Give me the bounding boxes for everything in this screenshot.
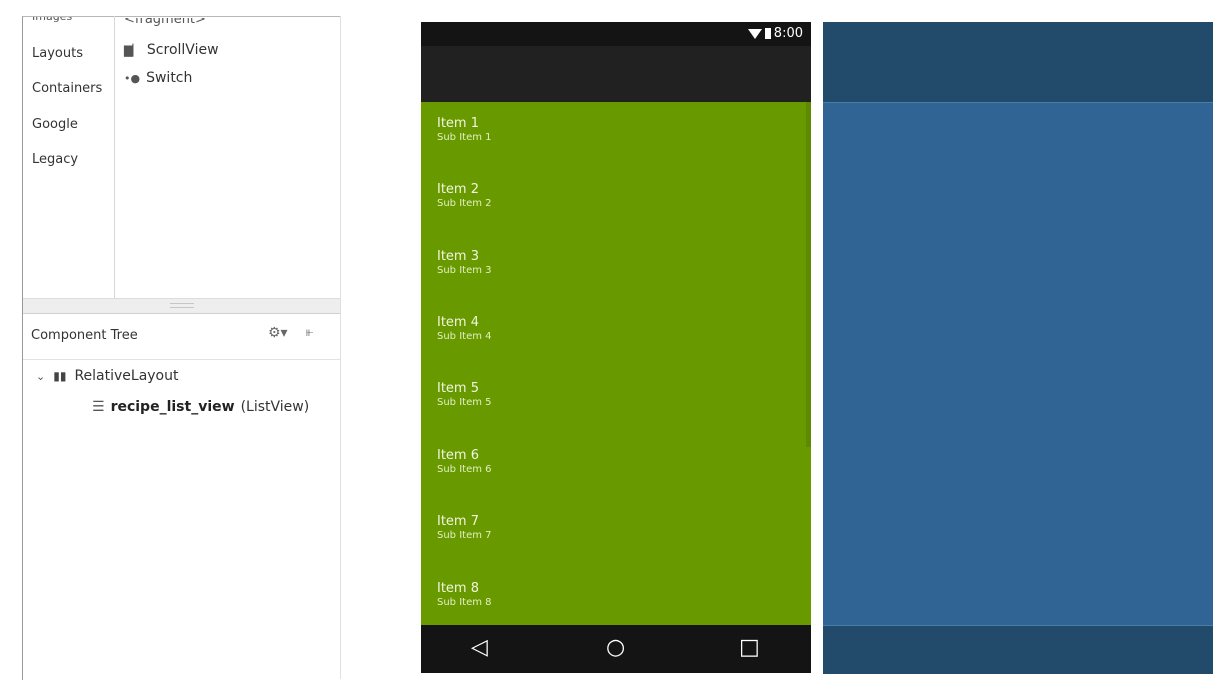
blueprint-action-bar (823, 22, 1213, 103)
palette-widget-fragment[interactable]: <fragment> (124, 18, 206, 27)
palette-widget-label: Switch (146, 70, 193, 86)
tree-node-type: (ListView) (240, 399, 310, 415)
list-item[interactable]: Item 6 Sub Item 6 (437, 448, 492, 476)
action-bar (421, 46, 811, 102)
chevron-down-icon[interactable]: ⌄ (36, 370, 45, 383)
list-item-title: Item 6 (437, 448, 479, 463)
list-item-title: Item 5 (437, 381, 479, 396)
listview-icon: ☰ (92, 399, 105, 415)
list-item-subtitle: Sub Item 6 (437, 464, 492, 475)
list-item-subtitle: Sub Item 3 (437, 265, 492, 276)
blueprint-navigation-bar (823, 625, 1213, 674)
component-tree-header: Component Tree ⚙▾ ⫦ (23, 313, 340, 360)
list-item-title: Item 4 (437, 315, 479, 330)
palette-category-layouts[interactable]: Layouts (32, 46, 83, 61)
relativelayout-icon: ▮▮ (53, 369, 67, 383)
list-item[interactable]: Item 4 Sub Item 4 (437, 315, 492, 343)
list-scrollbar[interactable] (806, 102, 811, 447)
palette-widget-switch[interactable]: •● Switch (124, 70, 192, 86)
status-bar: 8:00 (421, 22, 811, 46)
list-item-title: Item 8 (437, 581, 479, 596)
switch-icon: •● (124, 71, 141, 85)
hide-panel-icon[interactable]: ⫦ (306, 325, 313, 340)
tree-node-id: recipe_list_view (110, 399, 235, 415)
battery-icon (764, 28, 771, 39)
list-item-subtitle: Sub Item 1 (437, 132, 492, 143)
list-item-title: Item 7 (437, 514, 479, 529)
list-item-subtitle: Sub Item 7 (437, 530, 492, 541)
list-item[interactable]: Item 2 Sub Item 2 (437, 182, 492, 210)
palette-widget-scrollview[interactable]: ▇▏ ScrollView (124, 42, 219, 58)
palette-category-containers[interactable]: Containers (32, 81, 102, 96)
tree-node-label: RelativeLayout (74, 368, 179, 384)
tree-node-listview[interactable]: ☰ recipe_list_view (ListView) (92, 399, 309, 415)
status-time: 8:00 (773, 26, 803, 41)
gear-icon[interactable]: ⚙▾ (268, 325, 288, 341)
list-item[interactable]: Item 3 Sub Item 3 (437, 249, 492, 277)
recipe-list-view[interactable]: Item 1 Sub Item 1 Item 2 Sub Item 2 Item… (421, 102, 811, 625)
list-item-subtitle: Sub Item 5 (437, 397, 492, 408)
back-icon[interactable]: ◁ (471, 635, 488, 660)
recents-icon[interactable]: □ (739, 635, 760, 660)
scrollview-icon: ▇▏ (124, 43, 141, 57)
list-item[interactable]: Item 5 Sub Item 5 (437, 381, 492, 409)
status-icons: 8:00 (747, 26, 803, 41)
palette-category-legacy[interactable]: Legacy (32, 152, 78, 167)
tree-node-relativelayout[interactable]: ⌄ ▮▮ RelativeLayout (36, 368, 179, 384)
home-icon[interactable]: ○ (606, 635, 625, 660)
list-item-subtitle: Sub Item 4 (437, 331, 492, 342)
palette-widget-label: ScrollView (146, 42, 219, 58)
list-item[interactable]: Item 1 Sub Item 1 (437, 116, 492, 144)
list-item[interactable]: Item 8 Sub Item 8 (437, 581, 492, 609)
list-item[interactable]: Item 7 Sub Item 7 (437, 514, 492, 542)
list-item-title: Item 2 (437, 182, 479, 197)
navigation-bar: ◁ ○ □ (421, 625, 811, 673)
design-preview[interactable]: 8:00 Item 1 Sub Item 1 Item 2 Sub Item 2… (421, 22, 811, 673)
resize-grip-icon[interactable] (170, 303, 194, 308)
list-item-subtitle: Sub Item 2 (437, 198, 492, 209)
list-item-subtitle: Sub Item 8 (437, 597, 492, 608)
panel-border (340, 16, 341, 679)
wifi-icon (747, 28, 762, 39)
list-item-title: Item 1 (437, 116, 479, 131)
list-item-title: Item 3 (437, 249, 479, 264)
palette-category-google[interactable]: Google (32, 117, 78, 132)
blueprint-preview[interactable] (823, 22, 1213, 674)
palette-divider (114, 16, 115, 298)
component-tree-title: Component Tree (31, 328, 138, 343)
